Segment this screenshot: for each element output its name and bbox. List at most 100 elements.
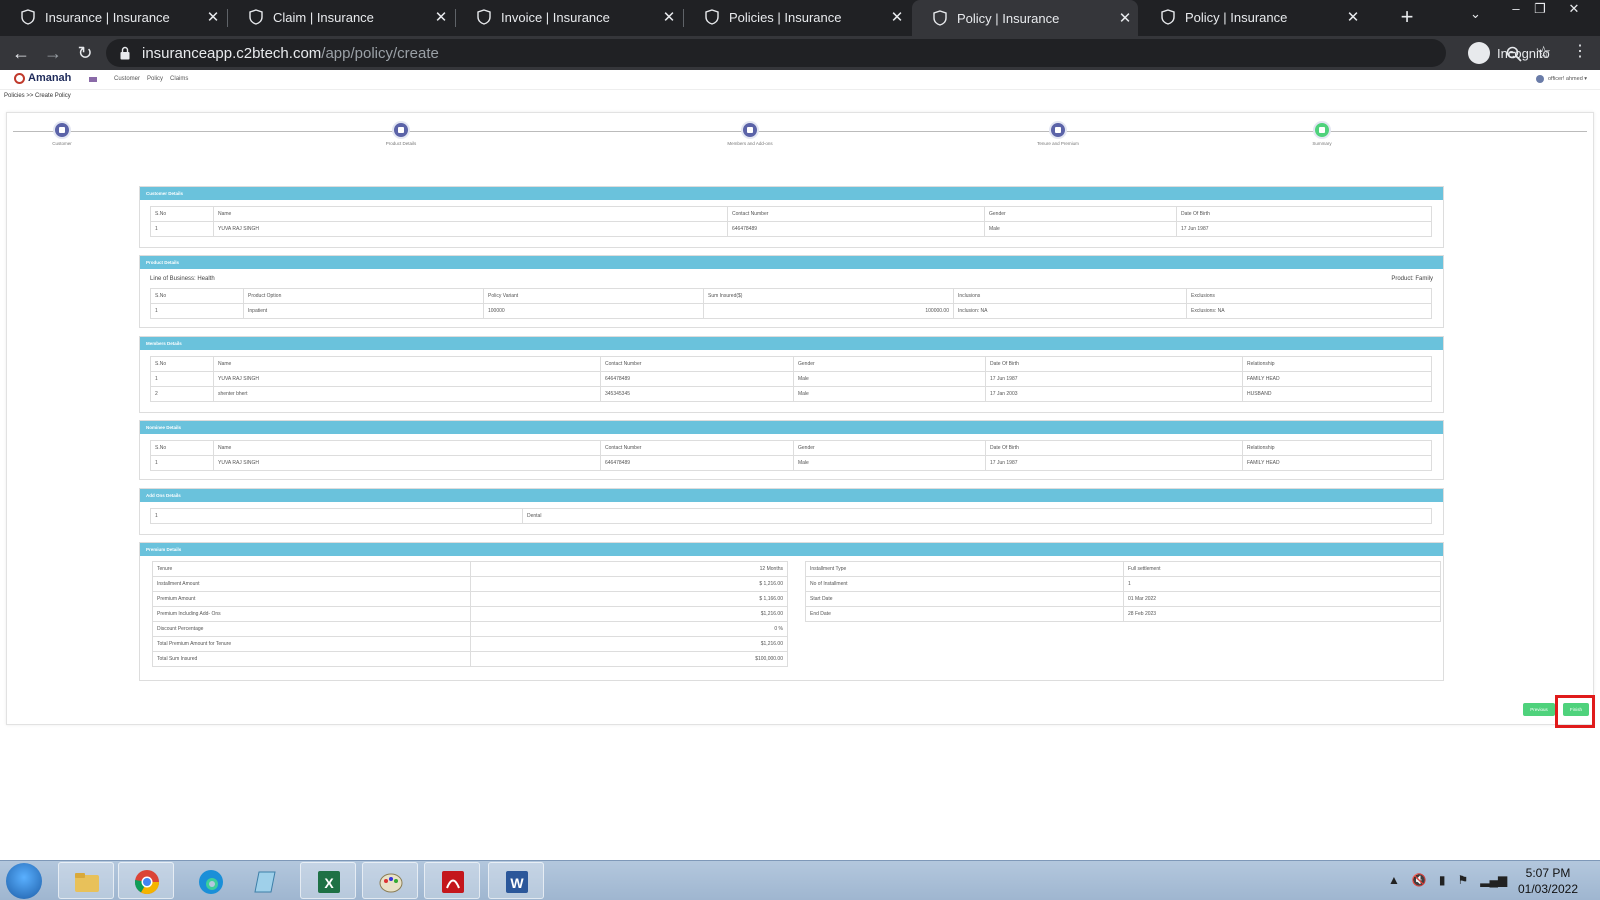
taskbar-explorer[interactable] <box>58 862 114 899</box>
premium-details-section: Premium Details Tenure 12 Months Installme… <box>139 542 1444 681</box>
table-cell: Total Premium Amount for Tenure <box>152 636 471 652</box>
close-window-button[interactable]: ✕ <box>1560 0 1588 20</box>
taskbar-paint[interactable] <box>362 862 418 899</box>
close-tab-icon[interactable]: ✕ <box>656 8 682 26</box>
table-cell: 2 <box>150 386 214 402</box>
table-cell: Male <box>793 371 986 387</box>
tab-title: Policy | Insurance <box>957 10 1060 26</box>
word-icon: W <box>506 871 528 893</box>
table-cell: Installment Amount <box>152 576 471 592</box>
tray-chevron-icon[interactable]: ▲ <box>1388 873 1400 887</box>
column-header: S.No <box>150 356 214 372</box>
browser-tab[interactable]: Insurance | Insurance ✕ <box>0 0 226 34</box>
taskbar-notepad[interactable] <box>238 862 294 899</box>
table-cell: 17 Jun 1987 <box>1176 221 1432 237</box>
browser-tab[interactable]: Policies | Insurance ✕ <box>684 0 910 34</box>
menu-toggle-icon[interactable] <box>89 77 97 82</box>
start-button[interactable] <box>6 863 42 899</box>
acrobat-icon <box>442 871 464 893</box>
user-menu[interactable]: officer! ahmed ▾ <box>1536 75 1587 83</box>
taskbar-chrome[interactable] <box>118 862 174 899</box>
table-cell: 1 <box>150 371 214 387</box>
browser-menu-icon[interactable]: ⋮ <box>1572 42 1588 62</box>
folder-icon <box>75 873 99 892</box>
table-cell: Total Sum Insured <box>152 651 471 667</box>
table-cell: FAMILY HEAD <box>1242 455 1432 471</box>
incognito-indicator[interactable]: Incognito <box>1468 41 1550 65</box>
taskbar-acrobat[interactable] <box>424 862 480 899</box>
column-header: Relationship <box>1242 440 1432 456</box>
nav-claims[interactable]: Claims <box>170 76 188 82</box>
reload-icon[interactable]: ↻ <box>74 42 96 64</box>
close-tab-icon[interactable]: ✕ <box>1340 8 1366 26</box>
windows-taskbar: X W ▲ 🔇 ▮ ⚑ ▂▄▆ 5:07 PM 01/03/2022 <box>0 860 1600 900</box>
close-tab-icon[interactable]: ✕ <box>884 8 910 26</box>
network-error-icon[interactable]: ⚑ <box>1457 873 1468 887</box>
tab-search-chevron-icon[interactable]: ⌄ <box>1470 6 1481 22</box>
premium-right-table: Installment Type Full settlement No of Ins… <box>805 561 1441 622</box>
address-bar[interactable]: insuranceapp.c2btech.com/app/policy/crea… <box>106 39 1551 67</box>
incognito-label: Incognito <box>1497 45 1550 61</box>
table-cell: YUVA RAJ SINGH <box>213 371 601 387</box>
previous-button[interactable]: Previous <box>1523 703 1555 716</box>
nav-customer[interactable]: Customer <box>114 76 140 82</box>
clock-time: 5:07 PM <box>1525 866 1571 880</box>
table-cell: Male <box>793 455 986 471</box>
table-cell: Start Date <box>805 591 1124 607</box>
signal-icon[interactable]: ▂▄▆ <box>1480 873 1507 887</box>
column-header: Name <box>213 206 728 222</box>
browser-tab[interactable]: Policy | Insurance ✕ <box>912 0 1138 36</box>
step[interactable]: Customer <box>22 121 102 146</box>
taskbar-clock[interactable]: 5:07 PM 01/03/2022 <box>1508 865 1588 897</box>
step[interactable]: Members and Add-ons <box>710 121 790 146</box>
forward-arrow-icon[interactable]: → <box>42 42 64 64</box>
table-row: Start Date 01 Mar 2022 <box>805 591 1441 607</box>
browser-tab[interactable]: Claim | Insurance ✕ <box>228 0 454 34</box>
battery-icon[interactable]: ▮ <box>1439 873 1446 887</box>
step[interactable]: Summary <box>1282 121 1362 146</box>
table-cell: $ 1,216.00 <box>470 576 788 592</box>
incognito-icon <box>1468 42 1490 64</box>
shield-icon <box>477 9 491 25</box>
browser-tab[interactable]: Policy | Insurance ✕ <box>1140 0 1366 34</box>
table-cell: 646478489 <box>600 455 794 471</box>
close-tab-icon[interactable]: ✕ <box>428 8 454 26</box>
step[interactable]: Tenure and Premium <box>1018 121 1098 146</box>
section-heading: Premium Details <box>140 543 1443 556</box>
table-cell: $1,216.00 <box>470 606 788 622</box>
members-details-section: Members Details S.No Name Contact Number Ge… <box>139 336 1444 413</box>
table-cell: 100000 <box>483 303 704 319</box>
premium-left-table: Tenure 12 Months Installment Amount $ 1,216… <box>152 561 788 667</box>
section-heading: Members Details <box>140 337 1443 350</box>
taskbar-word[interactable]: W <box>488 862 544 899</box>
table-cell: Premium Amount <box>152 591 471 607</box>
table-cell: Discount Percentage <box>152 621 471 637</box>
column-header: Gender <box>984 206 1177 222</box>
table-row: Total Premium Amount for Tenure $1,216.00 <box>152 636 788 652</box>
taskbar-edge[interactable] <box>182 862 238 899</box>
product-details-section: Product Details Line of Business: Health… <box>139 255 1444 328</box>
nav-policy[interactable]: Policy <box>147 76 163 82</box>
volume-muted-icon[interactable]: 🔇 <box>1412 873 1427 887</box>
step[interactable]: Product Details <box>361 121 441 146</box>
step-icon <box>392 121 410 139</box>
top-nav: Customer Policy Claims <box>114 76 188 82</box>
close-tab-icon[interactable]: ✕ <box>200 8 226 26</box>
column-header: S.No <box>150 206 214 222</box>
table-cell: Inpatient <box>243 303 484 319</box>
shield-icon <box>249 9 263 25</box>
url-text: insuranceapp.c2btech.com/app/policy/crea… <box>142 45 439 62</box>
taskbar-excel[interactable]: X <box>300 862 356 899</box>
table-cell: 12 Months <box>470 561 788 577</box>
back-arrow-icon[interactable]: ← <box>10 42 32 64</box>
product-name: Product: Family <box>1391 276 1433 282</box>
svg-text:W: W <box>510 875 524 891</box>
browser-tab[interactable]: Invoice | Insurance ✕ <box>456 0 682 34</box>
app-logo[interactable]: Amanah <box>14 72 71 84</box>
table-cell: 28 Feb 2023 <box>1123 606 1441 622</box>
step-icon <box>1313 121 1331 139</box>
new-tab-button[interactable]: + <box>1393 4 1421 32</box>
column-header: S.No <box>150 440 214 456</box>
restore-button[interactable]: ❐ <box>1526 0 1554 20</box>
close-tab-icon[interactable]: ✕ <box>1112 9 1138 27</box>
